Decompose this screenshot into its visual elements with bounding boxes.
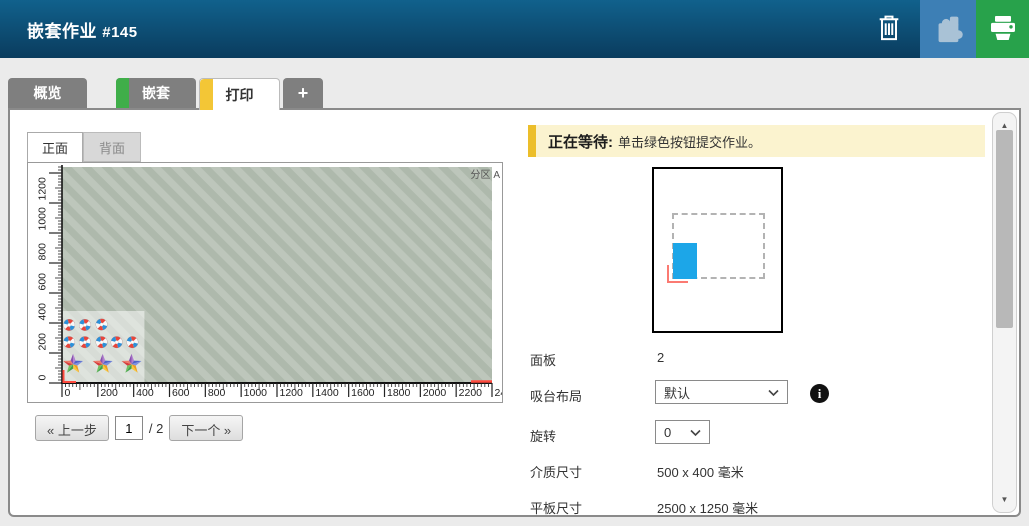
header-actions (858, 0, 1029, 58)
chevron-down-icon (768, 385, 779, 400)
svg-text:1600: 1600 (351, 387, 375, 399)
next-page-button[interactable]: 下一个 » (169, 415, 244, 441)
status-title: 正在等待: (548, 133, 613, 151)
status-banner: 正在等待: 单击绿色按钮提交作业。 (528, 125, 985, 157)
tab-add-button[interactable]: + (283, 78, 323, 108)
tab-back-side[interactable]: 背面 (83, 132, 141, 162)
origin-corner-mark (667, 265, 688, 283)
content-panel: 正面 背面 0 200 400 600 800 1000 1200 1400 1600 1800 2… (8, 108, 1021, 517)
vertical-scrollbar[interactable]: ▲ ▼ (992, 112, 1017, 513)
tab-nesting[interactable]: 嵌套 (116, 78, 196, 108)
print-button[interactable] (976, 0, 1029, 58)
tab-overview[interactable]: 概览 (8, 78, 87, 108)
svg-text:200: 200 (37, 333, 49, 351)
svg-text:800: 800 (37, 243, 49, 261)
bed-size-label: 平板尺寸 (530, 501, 583, 516)
flatbed-preview (652, 167, 783, 333)
trash-icon (875, 12, 903, 47)
svg-text:400: 400 (37, 303, 49, 321)
page-title: 嵌套作业 #145 (27, 21, 138, 41)
media-size-label: 介质尺寸 (530, 465, 583, 480)
rotation-value: 0 (664, 424, 672, 440)
zone-label: 分区 A (471, 169, 501, 181)
media-size-value: 500 x 400 毫米 (657, 465, 744, 480)
table-layout-select[interactable]: 默认 (655, 380, 788, 404)
scroll-down-icon[interactable]: ▼ (993, 495, 1016, 504)
rotation-select[interactable]: 0 (655, 420, 710, 444)
chevron-down-icon (690, 425, 701, 440)
title-bar: 嵌套作业 #145 (0, 0, 1029, 58)
tab-overview-label: 概览 (33, 85, 62, 101)
svg-text:1200: 1200 (280, 387, 304, 399)
tab-front-side[interactable]: 正面 (27, 132, 83, 162)
tab-print[interactable]: 打印 (199, 78, 280, 110)
page-number-input[interactable] (114, 416, 143, 440)
delete-job-button[interactable] (858, 0, 920, 58)
table-layout-value: 默认 (664, 385, 691, 401)
svg-text:0: 0 (65, 387, 71, 399)
plus-icon: + (297, 82, 309, 103)
rotation-label: 旋转 (530, 429, 557, 444)
scrollbar-thumb[interactable] (996, 130, 1013, 328)
bed-size-value: 2500 x 1250 毫米 (657, 501, 759, 516)
svg-text:2400: 2400 (495, 387, 503, 399)
nesting-layout-chart[interactable]: 0 200 400 600 800 1000 1200 1400 1600 1800 2000 220… (27, 162, 503, 403)
status-message: 单击绿色按钮提交作业。 (618, 134, 762, 150)
tab-nesting-accent (116, 78, 129, 108)
plugins-button[interactable] (920, 0, 976, 58)
svg-text:1800: 1800 (387, 387, 411, 399)
svg-text:1000: 1000 (37, 207, 49, 231)
panels-value: 2 (657, 350, 665, 365)
svg-text:600: 600 (37, 273, 49, 291)
tab-print-accent (200, 79, 213, 110)
svg-text:1400: 1400 (315, 387, 339, 399)
prev-page-button[interactable]: « 上一步 (35, 415, 109, 441)
svg-text:2000: 2000 (423, 387, 447, 399)
svg-text:1000: 1000 (244, 387, 268, 399)
tab-nesting-label: 嵌套 (142, 85, 170, 101)
puzzle-icon (931, 11, 965, 48)
panels-label: 面板 (530, 353, 557, 368)
svg-text:1200: 1200 (37, 177, 49, 201)
info-icon[interactable]: i (810, 384, 829, 403)
printer-icon (987, 12, 1019, 47)
svg-text:0: 0 (37, 375, 49, 381)
table-layout-label: 吸台布局 (530, 389, 583, 404)
page-count-label: / 2 (148, 420, 164, 436)
scroll-up-icon[interactable]: ▲ (993, 121, 1016, 130)
tab-print-label: 打印 (225, 86, 254, 103)
svg-text:2200: 2200 (459, 387, 483, 399)
page-navigation: « 上一步 / 2 下一个 » (35, 415, 244, 441)
